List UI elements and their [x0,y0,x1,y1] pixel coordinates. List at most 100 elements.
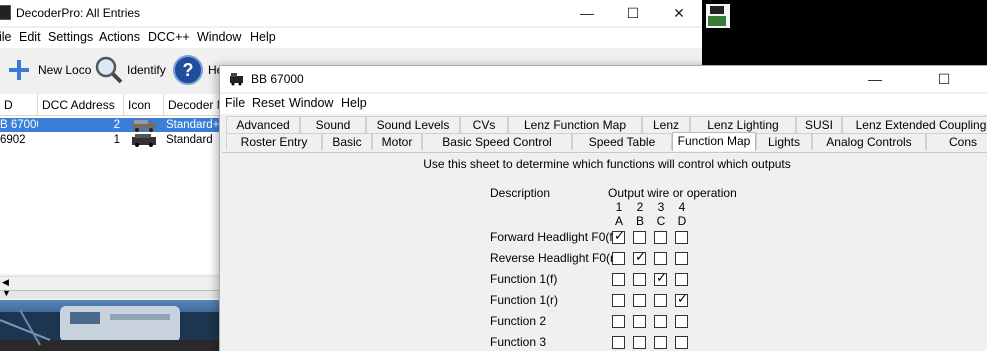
tab-lights[interactable]: Lights [756,133,812,150]
tab-lenz-function-map[interactable]: Lenz Function Map [508,116,642,133]
output-checkbox[interactable] [633,231,646,244]
plus-icon [9,60,29,80]
tab-roster-entry[interactable]: Roster Entry [226,133,322,150]
column-header-id[interactable]: D [0,94,38,116]
panelpro-icon[interactable] [704,2,732,52]
output-letter: A [614,214,623,228]
roster-table: D DCC Address Icon Decoder M B 67000 2 S… [0,94,224,274]
tab-analog-controls[interactable]: Analog Controls [812,133,926,150]
menu-actions[interactable]: Actions [99,30,140,44]
function-label: Function 3 [490,335,547,349]
checkmark-icon: ✓ [656,270,667,285]
table-row[interactable]: 6902 1 Standard [0,133,220,147]
checkmark-icon: ✓ [677,291,688,306]
menu-edit[interactable]: Edit [19,30,41,44]
collapse-arrow-icon[interactable]: ▼ [2,288,11,298]
cell-decoder: Standard+ [166,119,220,131]
output-checkbox[interactable] [633,273,646,286]
output-checkbox[interactable] [675,273,688,286]
tab-sound-levels[interactable]: Sound Levels [366,116,460,133]
tab-motor[interactable]: Motor [372,133,422,150]
tab-consist[interactable]: Cons [926,133,987,150]
output-checkbox[interactable] [675,252,688,265]
output-checkbox[interactable] [654,294,667,307]
output-checkbox[interactable] [675,336,688,349]
output-checkbox[interactable] [612,315,625,328]
function-label: Function 1(f) [490,272,558,286]
menubar: File Reset Window Help [220,94,987,114]
cell-id: 6902 [0,134,26,146]
output-checkbox[interactable] [633,315,646,328]
cell-decoder: Standard [166,134,213,146]
tab-lenz-extended-coupling[interactable]: Lenz Extended Coupling [842,116,987,133]
maximize-button[interactable]: ☐ [921,66,967,92]
menu-file[interactable]: File [225,96,245,110]
output-checkbox[interactable] [612,294,625,307]
tab-sound[interactable]: Sound [300,116,366,133]
output-checkbox[interactable] [633,336,646,349]
menu-reset[interactable]: Reset [252,96,285,110]
tab-basic-speed-control[interactable]: Basic Speed Control [422,133,572,150]
output-checkbox[interactable] [654,252,667,265]
identify-button[interactable]: Identify [93,54,166,86]
tab-lenz-lighting[interactable]: Lenz Lighting [690,116,796,133]
output-checkbox[interactable] [612,273,625,286]
column-header-icon[interactable]: Icon [124,94,164,116]
close-button[interactable]: ✕ [968,66,987,92]
horizontal-scrollbar[interactable]: ◀ [0,276,220,290]
menu-window[interactable]: Window [197,30,241,44]
minimize-button[interactable]: — [564,0,610,26]
function-label: Forward Headlight F0(f) [490,230,617,244]
output-checkbox[interactable] [654,315,667,328]
maximize-button[interactable]: ☐ [610,0,656,26]
menu-dccpp[interactable]: DCC++ [148,30,190,44]
tab-cvs[interactable]: CVs [460,116,508,133]
decoderpro-titlebar: DecoderPro: All Entries — ☐ ✕ [0,0,702,26]
output-checkbox[interactable] [633,294,646,307]
table-row[interactable]: B 67000 2 Standard+ [0,118,220,132]
menu-help[interactable]: Help [341,96,367,110]
window-title: DecoderPro: All Entries [16,6,141,20]
output-checkbox[interactable] [675,231,688,244]
new-loco-button[interactable]: New Loco [7,54,91,86]
output-checkbox[interactable] [654,231,667,244]
function-map-titlebar: BB 67000 — ☐ ✕ [220,66,987,92]
locomotive-icon [131,118,157,132]
column-header-decoder-model[interactable]: Decoder M [164,94,224,116]
output-checkbox[interactable]: ✓ [612,228,625,244]
output-number: 1 [615,200,623,214]
output-checkbox[interactable] [612,336,625,349]
checkmark-icon: ✓ [635,249,646,264]
minimize-button[interactable]: — [852,66,898,92]
tab-speed-table[interactable]: Speed Table [572,133,672,150]
train-icon [229,71,244,86]
train-icon [0,5,11,20]
tab-basic[interactable]: Basic [322,133,372,150]
checkmark-icon: ✓ [614,228,625,243]
cell-address: 2 [113,119,120,131]
menu-settings[interactable]: Settings [48,30,93,44]
output-checkbox[interactable] [654,336,667,349]
close-button[interactable]: ✕ [656,0,702,26]
tab-susi[interactable]: SUSI [796,116,842,133]
output-number: 2 [636,200,644,214]
tab-lenz[interactable]: Lenz [642,116,690,133]
menu-help[interactable]: Help [250,30,276,44]
tab-advanced[interactable]: Advanced [226,116,300,133]
output-checkbox[interactable] [612,252,625,265]
output-checkbox[interactable]: ✓ [675,291,688,307]
output-number: 4 [678,200,686,214]
tab-function-map[interactable]: Function Map [672,132,756,151]
output-checkbox[interactable]: ✓ [633,249,646,265]
output-checkbox[interactable]: ✓ [654,270,667,286]
identify-label: Identify [127,63,166,77]
menu-window[interactable]: Window [289,96,333,110]
help-button[interactable]: ? He [172,54,223,86]
menu-file[interactable]: ile [0,30,12,44]
column-header-dcc-address[interactable]: DCC Address [38,94,124,116]
cell-address: 1 [113,134,120,146]
splitter[interactable]: ▼ [0,288,220,298]
function-label: Function 1(r) [490,293,559,307]
output-checkbox[interactable] [675,315,688,328]
scroll-left-icon[interactable]: ◀ [2,277,9,288]
